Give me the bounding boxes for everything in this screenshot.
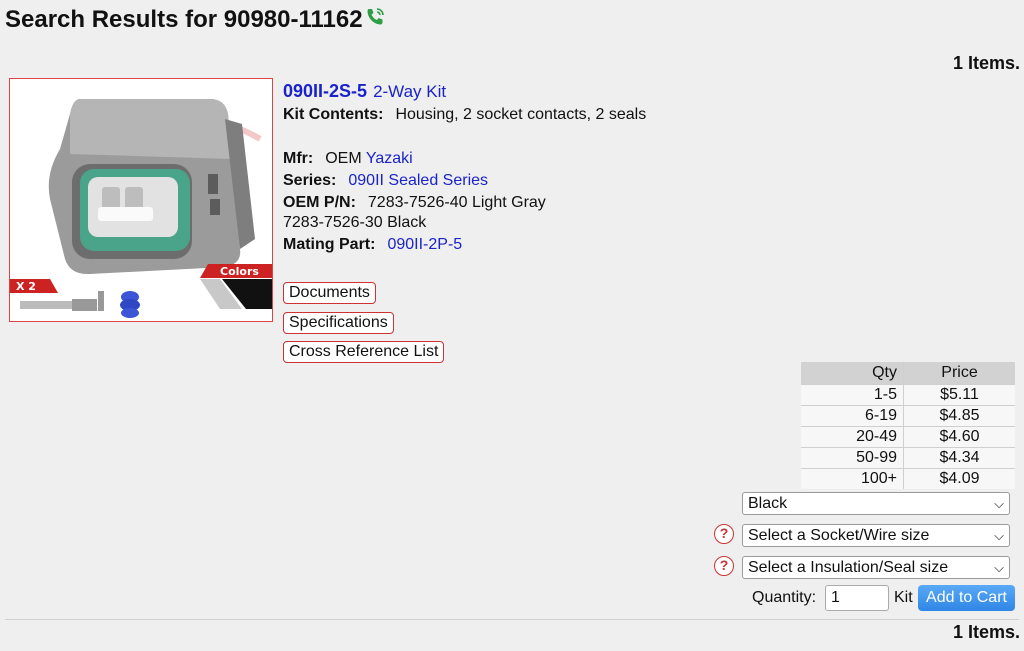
table-row: 20-49 $4.60 bbox=[801, 426, 1015, 448]
series-link[interactable]: 090II Sealed Series bbox=[348, 172, 488, 189]
part-number-link[interactable]: 090II-2S-5 bbox=[283, 81, 367, 101]
qty-cell: 50-99 bbox=[801, 447, 904, 469]
qty-cell: 6-19 bbox=[801, 405, 904, 427]
add-to-cart-button[interactable]: Add to Cart bbox=[918, 585, 1015, 611]
series-row: Series: 090II Sealed Series bbox=[283, 170, 646, 192]
price-table: Qty Price 1-5 $5.11 6-19 $4.85 20-49 $4.60 … bbox=[801, 362, 1015, 489]
qty-cell: 1-5 bbox=[801, 384, 904, 406]
items-count: 1 Items. bbox=[952, 53, 1020, 73]
price-cell: $4.85 bbox=[903, 405, 1015, 427]
qty-badge-text: X 2 bbox=[16, 280, 36, 293]
oem-pn-2: 7283-7526-30 Black bbox=[283, 214, 427, 231]
page-title: Search Results for 90980-11162 bbox=[5, 6, 385, 34]
color-select-value: Black bbox=[748, 495, 788, 512]
price-cell: $4.60 bbox=[903, 426, 1015, 448]
price-cell: $4.09 bbox=[903, 468, 1015, 489]
kit-contents-value: Housing, 2 socket contacts, 2 seals bbox=[395, 106, 647, 123]
colors-badge-text: Colors bbox=[220, 265, 259, 278]
items-count-bottom: 1 Items. bbox=[952, 622, 1020, 642]
table-row: 6-19 $4.85 bbox=[801, 405, 1015, 427]
oem-pn-label: OEM P/N: bbox=[283, 194, 356, 211]
quantity-label: Quantity: bbox=[752, 589, 817, 606]
price-header: Price bbox=[903, 362, 1015, 385]
question-circle-icon[interactable]: ? bbox=[714, 556, 734, 576]
mfr-row: Mfr: OEM Yazaki bbox=[283, 148, 646, 170]
chevron-down-icon: ⌵ bbox=[994, 528, 1004, 543]
kit-label-link[interactable]: 2-Way Kit bbox=[373, 82, 446, 101]
quantity-unit: Kit bbox=[894, 589, 913, 606]
color-select[interactable]: Black ⌵ bbox=[742, 492, 1010, 515]
chevron-down-icon: ⌵ bbox=[994, 560, 1004, 575]
table-row: 100+ $4.09 bbox=[801, 468, 1015, 489]
socket-select-value: Select a Socket/Wire size bbox=[748, 527, 930, 544]
series-label: Series: bbox=[283, 172, 337, 189]
product-image[interactable]: X 2 Colors bbox=[9, 78, 273, 322]
qty-cell: 100+ bbox=[801, 468, 904, 489]
phone-icon[interactable] bbox=[365, 6, 385, 34]
question-circle-icon[interactable]: ? bbox=[714, 524, 734, 544]
connector-illustration: X 2 Colors bbox=[10, 99, 272, 318]
qty-cell: 20-49 bbox=[801, 426, 904, 448]
specifications-button[interactable]: Specifications bbox=[283, 312, 394, 334]
mfr-label: Mfr: bbox=[283, 150, 314, 167]
divider bbox=[5, 619, 1019, 620]
quantity-input[interactable]: 1 bbox=[825, 585, 889, 611]
price-cell: $4.34 bbox=[903, 447, 1015, 469]
seal-select-value: Select a Insulation/Seal size bbox=[748, 559, 949, 576]
price-cell: $5.11 bbox=[903, 384, 1015, 406]
chevron-down-icon: ⌵ bbox=[994, 496, 1004, 511]
product-details: 090II-2S-5 2-Way Kit Kit Contents: Housing… bbox=[283, 80, 646, 256]
insulation-seal-select[interactable]: Select a Insulation/Seal size ⌵ bbox=[742, 556, 1010, 579]
table-row: 50-99 $4.34 bbox=[801, 447, 1015, 469]
kit-contents-label: Kit Contents: bbox=[283, 106, 384, 123]
cross-reference-button[interactable]: Cross Reference List bbox=[283, 341, 445, 363]
documents-button[interactable]: Documents bbox=[283, 282, 376, 304]
oem-pn-1: 7283-7526-40 Light Gray bbox=[367, 194, 546, 211]
oem-pn-row: OEM P/N: 7283-7526-40 Light Gray bbox=[283, 192, 646, 214]
product-heading: 090II-2S-5 2-Way Kit bbox=[283, 80, 646, 104]
price-table-header: Qty Price bbox=[801, 362, 1015, 385]
table-row: 1-5 $5.11 bbox=[801, 384, 1015, 406]
mfr-name-link[interactable]: Yazaki bbox=[366, 150, 413, 167]
mating-row: Mating Part: 090II-2P-5 bbox=[283, 234, 646, 256]
mating-part-link[interactable]: 090II-2P-5 bbox=[387, 236, 462, 253]
qty-header: Qty bbox=[801, 362, 904, 385]
socket-wire-select[interactable]: Select a Socket/Wire size ⌵ bbox=[742, 524, 1010, 547]
kit-contents-row: Kit Contents: Housing, 2 socket contacts,… bbox=[283, 104, 646, 126]
mating-label: Mating Part: bbox=[283, 236, 376, 253]
page-title-text: Search Results for 90980-11162 bbox=[5, 6, 363, 33]
mfr-prefix: OEM bbox=[325, 150, 362, 167]
